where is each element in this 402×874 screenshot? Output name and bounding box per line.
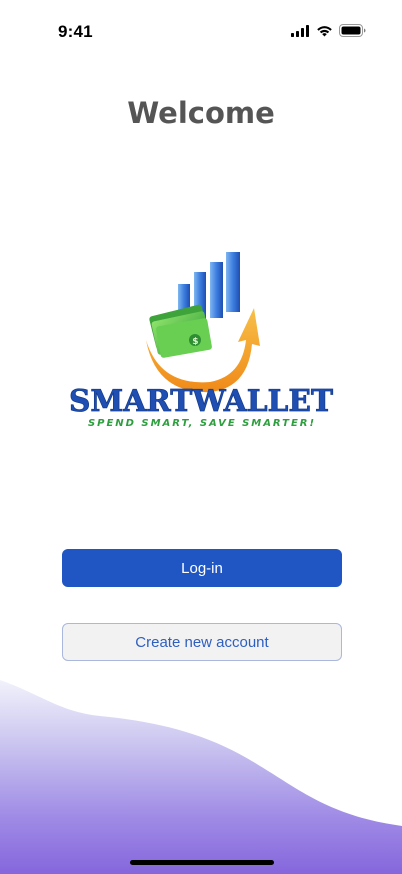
create-account-button[interactable]: Create new account (62, 623, 342, 661)
status-time: 9:41 (58, 22, 93, 41)
login-button[interactable]: Log-in (62, 549, 342, 587)
brand-tagline: SPEND SMART, SAVE SMARTER! (88, 418, 314, 429)
status-icons (291, 24, 366, 42)
welcome-screen: 9:41 Welcome $ SMARTWALLET SPEND SMART, … (0, 0, 402, 874)
brand-name: SMARTWALLET (69, 384, 334, 419)
home-indicator (130, 860, 274, 865)
smartwallet-logo: $ SMARTWALLET SPEND SMART, SAVE SMARTER! (60, 248, 342, 438)
login-button-label: Log-in (181, 559, 223, 577)
status-bar: 9:41 (0, 0, 402, 62)
cellular-signal-icon (291, 24, 310, 42)
battery-icon (339, 24, 366, 42)
decorative-wave (0, 680, 402, 874)
create-account-button-label: Create new account (135, 633, 269, 651)
money-stack-icon: $ (149, 304, 212, 358)
wifi-icon (316, 24, 333, 42)
svg-text:$: $ (192, 337, 198, 347)
page-title: Welcome (127, 96, 275, 130)
